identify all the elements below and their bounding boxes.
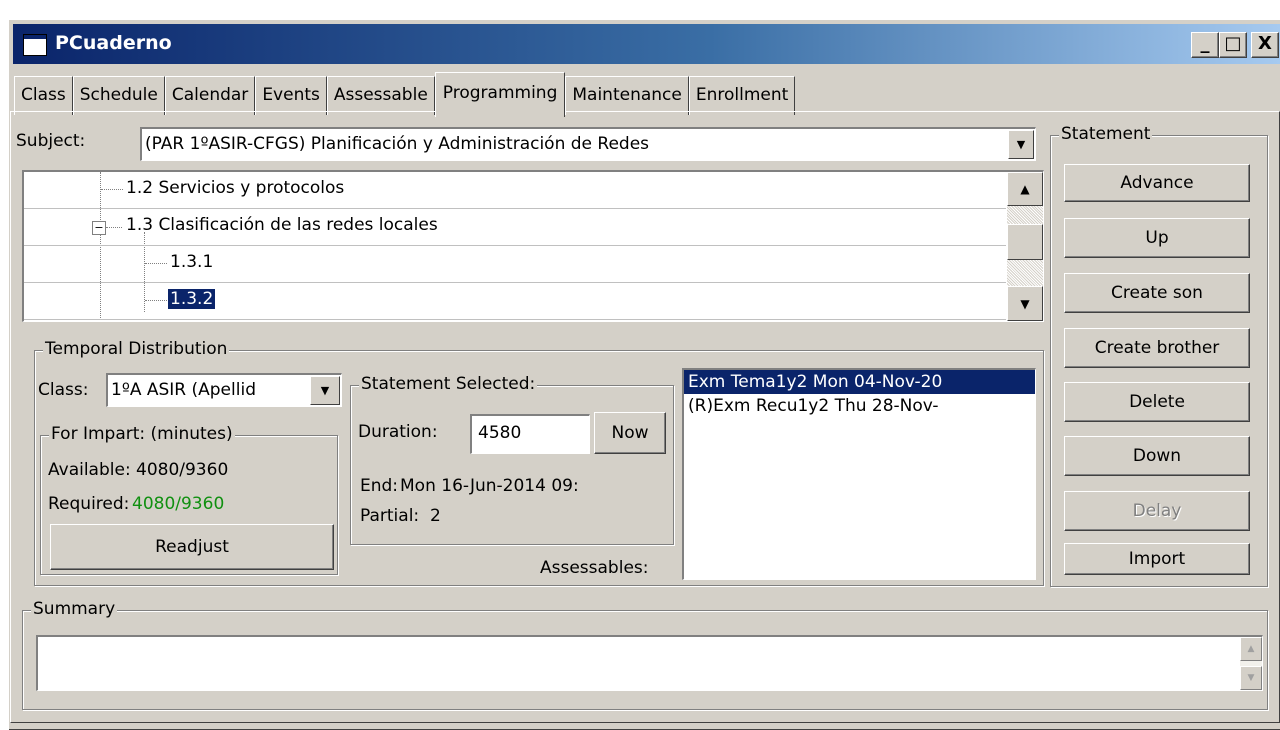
class-label: Class: bbox=[38, 380, 89, 400]
collapse-icon[interactable]: − bbox=[92, 221, 106, 235]
tree-item-label: 1.2 Servicios y protocolos bbox=[126, 178, 345, 198]
tree-item-label: 1.3.2 bbox=[166, 288, 217, 310]
tab-assessable[interactable]: Assessable bbox=[326, 76, 435, 115]
required-label: Required: bbox=[48, 494, 130, 514]
scroll-down-icon[interactable]: ▼ bbox=[1240, 666, 1262, 690]
title-bar[interactable]: PCuaderno _ □ X bbox=[13, 24, 1280, 64]
window-title: PCuaderno bbox=[55, 32, 172, 54]
summary-scrollbar[interactable]: ▲ ▼ bbox=[1240, 637, 1262, 690]
subject-label: Subject: bbox=[16, 131, 86, 151]
list-item[interactable]: (R)Exm Recu1y2 Thu 28-Nov- bbox=[684, 394, 1035, 418]
partial-label: Partial: bbox=[360, 506, 420, 526]
end-value: Mon 16-Jun-2014 09: bbox=[400, 476, 579, 496]
now-button[interactable]: Now bbox=[594, 412, 666, 454]
tab-class[interactable]: Class bbox=[14, 76, 73, 115]
tab-maintenance[interactable]: Maintenance bbox=[565, 76, 689, 115]
scroll-down-icon[interactable]: ▼ bbox=[1007, 286, 1043, 321]
import-button[interactable]: Import bbox=[1064, 543, 1250, 575]
close-button[interactable]: X bbox=[1251, 32, 1279, 58]
tree-scrollbar[interactable]: ▲ ▼ bbox=[1007, 172, 1043, 321]
maximize-button[interactable]: □ bbox=[1219, 32, 1247, 58]
tree-connector bbox=[101, 189, 123, 190]
tree-item[interactable]: 1.3.1 bbox=[24, 246, 1006, 283]
readjust-button[interactable]: Readjust bbox=[50, 524, 334, 570]
list-item[interactable]: Exm Tema1y2 Mon 04-Nov-20 bbox=[684, 370, 1035, 394]
tab-programming[interactable]: Programming bbox=[434, 72, 566, 117]
delay-button[interactable]: Delay bbox=[1064, 491, 1250, 531]
minimize-button[interactable]: _ bbox=[1191, 32, 1219, 58]
class-select[interactable]: 1ºA ASIR (Apellid ▼ bbox=[106, 373, 342, 407]
tree-connector bbox=[145, 300, 167, 301]
advance-button[interactable]: Advance bbox=[1064, 164, 1250, 202]
assessables-label: Assessables: bbox=[540, 558, 649, 578]
subject-select[interactable]: (PAR 1ºASIR-CFGS) Planificación y Admini… bbox=[140, 127, 1036, 161]
tree-item[interactable]: − 1.3 Clasificación de las redes locales bbox=[24, 209, 1006, 246]
tab-events[interactable]: Events bbox=[255, 76, 327, 115]
up-button[interactable]: Up bbox=[1064, 218, 1250, 258]
syllabus-tree[interactable]: 1.2 Servicios y protocolos − 1.3 Clasifi… bbox=[22, 170, 1044, 322]
tree-item[interactable]: 1.2 Servicios y protocolos bbox=[24, 172, 1006, 209]
summary-title: Summary bbox=[31, 599, 118, 619]
app-icon[interactable] bbox=[23, 34, 47, 56]
tab-calendar[interactable]: Calendar bbox=[164, 76, 256, 115]
partial-value: 2 bbox=[430, 506, 441, 526]
tree-connector bbox=[106, 227, 122, 228]
scroll-up-icon[interactable]: ▲ bbox=[1240, 637, 1262, 661]
scroll-thumb[interactable] bbox=[1007, 224, 1043, 260]
create-son-button[interactable]: Create son bbox=[1064, 273, 1250, 313]
temporal-distribution-title: Temporal Distribution bbox=[43, 339, 230, 359]
delete-button[interactable]: Delete bbox=[1064, 382, 1250, 422]
tree-connector bbox=[145, 263, 167, 264]
available-value: 4080/9360 bbox=[136, 460, 229, 480]
for-impart-title: For Impart: (minutes) bbox=[49, 424, 235, 444]
statement-group-title: Statement bbox=[1059, 124, 1153, 144]
tree-item-selected[interactable]: 1.3.2 bbox=[24, 283, 1006, 320]
chevron-down-icon[interactable]: ▼ bbox=[310, 376, 340, 405]
create-brother-button[interactable]: Create brother bbox=[1064, 328, 1250, 368]
tab-enrollment[interactable]: Enrollment bbox=[688, 76, 796, 115]
statement-selected-title: Statement Selected: bbox=[359, 374, 538, 394]
scroll-up-icon[interactable]: ▲ bbox=[1007, 172, 1043, 206]
tree-item-label: 1.3.1 bbox=[170, 252, 214, 272]
down-button[interactable]: Down bbox=[1064, 436, 1250, 476]
class-value: 1ºA ASIR (Apellid bbox=[111, 380, 256, 400]
available-label: Available: bbox=[48, 460, 131, 480]
assessables-list[interactable]: Exm Tema1y2 Mon 04-Nov-20 (R)Exm Recu1y2… bbox=[682, 368, 1036, 580]
summary-textarea[interactable]: ▲ ▼ bbox=[36, 635, 1263, 691]
required-value: 4080/9360 bbox=[132, 494, 225, 514]
subject-value: (PAR 1ºASIR-CFGS) Planificación y Admini… bbox=[145, 134, 650, 154]
end-label: End: bbox=[360, 476, 399, 496]
tree-item-label: 1.3 Clasificación de las redes locales bbox=[126, 215, 438, 235]
tab-strip: Class Schedule Calendar Events Assessabl… bbox=[14, 72, 796, 117]
duration-label: Duration: bbox=[358, 422, 438, 442]
chevron-down-icon[interactable]: ▼ bbox=[1008, 130, 1034, 159]
duration-field[interactable]: 4580 bbox=[470, 414, 590, 454]
tab-schedule[interactable]: Schedule bbox=[72, 76, 165, 115]
